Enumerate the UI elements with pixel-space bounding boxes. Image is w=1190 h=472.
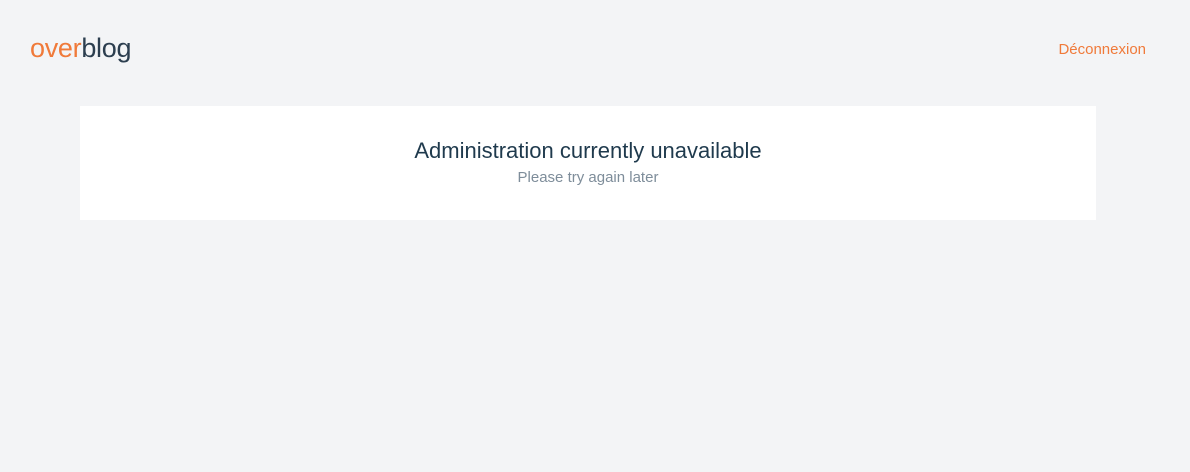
logo-part-over: over [30,33,82,63]
logout-link[interactable]: Déconnexion [1058,40,1146,60]
unavailable-message-panel: Administration currently unavailable Ple… [80,106,1096,220]
logo-part-blog: blog [81,33,132,63]
top-header: overblog Déconnexion [0,0,1190,100]
page-subtitle: Please try again later [517,169,659,186]
overblog-logo[interactable]: overblog [30,30,131,66]
page-title: Administration currently unavailable [414,138,762,163]
